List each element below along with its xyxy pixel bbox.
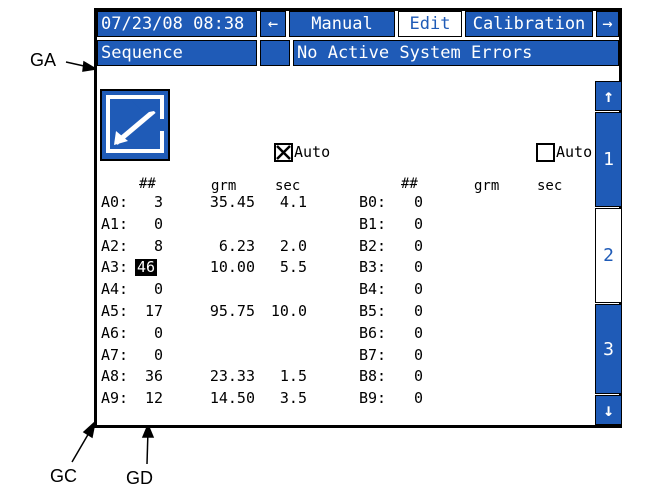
count-field-b[interactable]: 0: [387, 194, 423, 211]
row-label-a: A1:: [101, 214, 129, 233]
row-label-b: B4:: [359, 280, 387, 299]
count-field-a[interactable]: 0: [129, 215, 163, 233]
row-label-b: B0:: [359, 193, 387, 211]
grams-field-a[interactable]: 95.75: [189, 303, 255, 320]
row-label-b: B8:: [359, 367, 387, 386]
seconds-field-a[interactable]: 4.1: [257, 194, 307, 211]
row-label-a: A8:: [101, 367, 129, 386]
seconds-field-a[interactable]: 10.0: [257, 303, 307, 320]
auto-b-label: Auto: [556, 143, 593, 161]
tab-manual[interactable]: Manual: [289, 11, 395, 37]
page-tab-3-label: 3: [603, 338, 614, 360]
count-field-a[interactable]: 0: [129, 324, 163, 342]
scroll-up-button[interactable]: ↑: [595, 81, 622, 111]
checkmark-x-icon: [276, 145, 291, 160]
tab-edit[interactable]: Edit: [398, 11, 462, 37]
up-arrow-icon: ↑: [603, 85, 614, 107]
count-field-b[interactable]: 0: [387, 281, 423, 298]
page-tab-2[interactable]: 2: [595, 208, 622, 303]
count-field-b[interactable]: 0: [387, 324, 423, 342]
datetime-display: 07/23/08 08:38: [97, 11, 257, 37]
row-label-a: A5:: [101, 302, 129, 320]
seconds-field-a[interactable]: 1.5: [257, 368, 307, 385]
row-label-b: B2:: [359, 236, 387, 255]
count-field-b[interactable]: 0: [387, 390, 423, 407]
row-label-a: A2:: [101, 236, 129, 255]
count-field-a[interactable]: 36: [129, 368, 163, 385]
row-label-b: B5:: [359, 302, 387, 320]
status-indicator: [260, 40, 290, 66]
column-header-sec-a: sec: [275, 178, 301, 194]
count-field-b[interactable]: 0: [387, 346, 423, 364]
count-field-b[interactable]: 0: [387, 259, 423, 276]
auto-b-checkbox[interactable]: [536, 143, 555, 162]
count-field-a[interactable]: 3: [129, 194, 163, 211]
page-tab-1-label: 1: [603, 149, 614, 170]
right-arrow-icon: →: [602, 14, 613, 34]
row-label-b: B7:: [359, 345, 387, 364]
column-header-sec-b: sec: [537, 178, 563, 194]
row-label-b: B9:: [359, 389, 387, 408]
edit-mode-button[interactable]: [100, 89, 170, 161]
count-field-b[interactable]: 0: [387, 215, 423, 233]
row-label-a: A3:: [101, 258, 129, 277]
count-field-b[interactable]: 0: [387, 237, 423, 255]
row-label-a: A6:: [101, 323, 129, 342]
column-header-grm-b: grm: [474, 178, 500, 194]
tab-calibration[interactable]: Calibration: [465, 11, 593, 37]
row-label-a: A0:: [101, 193, 129, 211]
scroll-down-button[interactable]: ↓: [595, 395, 622, 425]
page-tab-3[interactable]: 3: [595, 304, 622, 394]
count-field-a[interactable]: 0: [129, 281, 163, 298]
column-header-count-a: ##: [139, 176, 156, 192]
column-header-grm-a: grm: [211, 178, 237, 194]
row-label-a: A9:: [101, 389, 129, 408]
count-field-b[interactable]: 0: [387, 368, 423, 385]
row-label-b: B1:: [359, 214, 387, 233]
count-field-b[interactable]: 0: [387, 303, 423, 320]
next-screen-button[interactable]: →: [596, 11, 619, 37]
grams-field-a[interactable]: 35.45: [189, 194, 255, 211]
auto-a-checkbox[interactable]: [274, 143, 293, 162]
grams-field-a[interactable]: 6.23: [189, 237, 255, 255]
seconds-field-a[interactable]: 3.5: [257, 390, 307, 407]
count-field-a[interactable]: 12: [129, 390, 163, 407]
screen-name-label: Sequence: [97, 40, 257, 66]
grams-field-a[interactable]: 14.50: [189, 390, 255, 407]
grams-field-a[interactable]: 10.00: [189, 259, 255, 276]
count-field-a[interactable]: 8: [129, 237, 163, 255]
seconds-field-a[interactable]: 2.0: [257, 237, 307, 255]
row-label-a: A4:: [101, 280, 129, 299]
row-label-b: B6:: [359, 323, 387, 342]
count-field-a[interactable]: 17: [129, 303, 163, 320]
edit-pencil-icon: [106, 95, 168, 153]
left-arrow-icon: ←: [267, 14, 279, 34]
prev-screen-button[interactable]: ←: [260, 11, 286, 37]
count-field-a[interactable]: 46: [135, 259, 157, 277]
auto-a-label: Auto: [294, 143, 331, 161]
down-arrow-icon: ↓: [603, 399, 614, 421]
page-tab-1[interactable]: 1: [595, 112, 622, 207]
system-error-message: No Active System Errors: [293, 40, 619, 66]
page-tab-2-label: 2: [603, 245, 614, 266]
count-field-a[interactable]: 0: [129, 346, 163, 364]
row-label-a: A7:: [101, 345, 129, 364]
grams-field-a[interactable]: 23.33: [189, 368, 255, 385]
column-header-count-b: ##: [401, 176, 418, 192]
seconds-field-a[interactable]: 5.5: [257, 259, 307, 276]
row-label-b: B3:: [359, 258, 387, 277]
lcd-screen: 07/23/08 08:38 ← Manual Edit Calibration…: [94, 8, 622, 428]
